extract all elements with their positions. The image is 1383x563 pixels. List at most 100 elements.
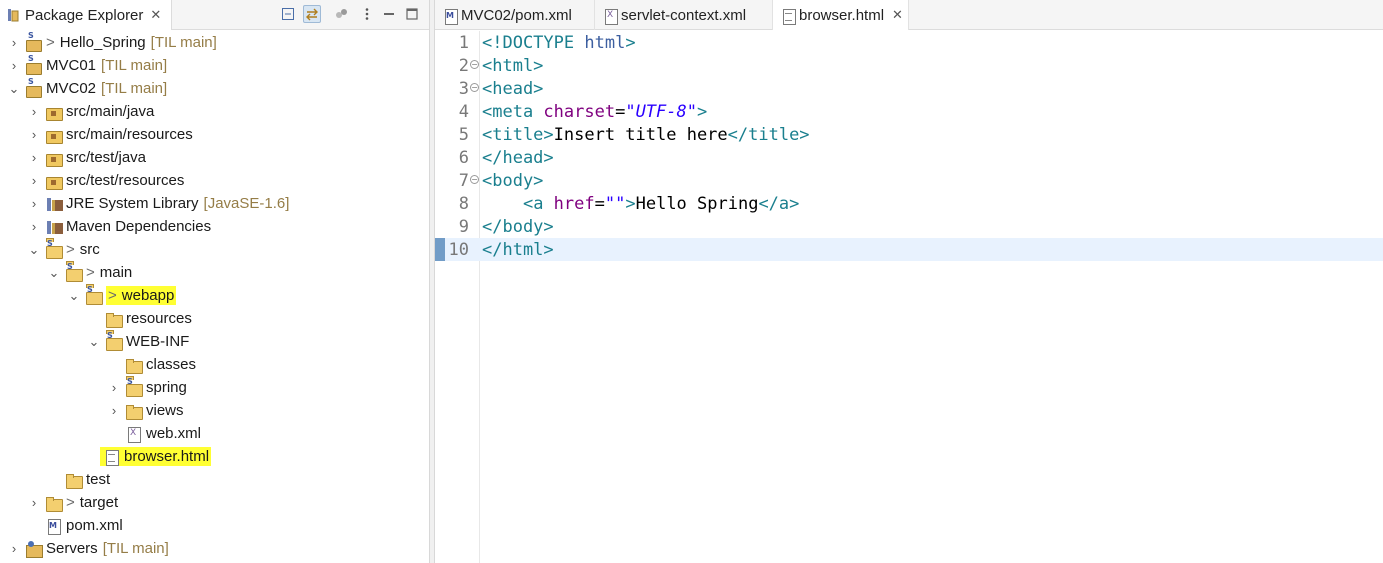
folder-icon [66,472,83,489]
code-line: 4 <meta charset="UTF-8"> [458,101,708,122]
library-icon [46,219,63,235]
code-line: 3 − <head> [458,78,544,99]
tree-item-src-test-java[interactable]: › src/test/java [0,146,429,169]
tree-item-main[interactable]: ⌄ > main [0,260,429,284]
collapse-all-icon[interactable] [279,5,297,23]
code-line: 8 <a href="">Hello Spring</a> [458,193,800,214]
chevron-right-icon[interactable]: › [28,150,40,165]
tree-item-pom-xml[interactable]: pom.xml [0,514,429,537]
maven-project-icon [26,77,44,98]
folder-icon [46,237,63,259]
tree-item-src-main-java[interactable]: › src/main/java [0,100,429,123]
folder-icon [126,357,143,374]
chevron-right-icon[interactable]: › [28,104,40,119]
tree-item-test[interactable]: test [0,468,429,491]
code-line-current: 10 </html> [435,238,1383,261]
chevron-right-icon[interactable]: › [28,495,40,510]
fold-collapse-icon[interactable]: − [470,83,479,92]
chevron-right-icon[interactable]: › [8,58,20,73]
tree-item-mvc01[interactable]: › MVC01 [TIL main] [0,54,429,77]
editor-area: MVC02/pom.xml servlet-context.xml browse… [435,0,1383,563]
tree-item-web-xml[interactable]: web.xml [0,422,429,445]
tree-item-browser-html[interactable]: browser.html [0,445,429,468]
tab-pom-xml[interactable]: MVC02/pom.xml [435,0,595,30]
code-editor[interactable]: 1 <!DOCTYPE html> 2 − <html> 3 − <head> … [435,31,1383,563]
filters-icon[interactable] [332,5,350,23]
minimize-icon[interactable] [380,5,398,23]
chevron-down-icon[interactable]: ⌄ [28,242,40,257]
editor-tab-bar: MVC02/pom.xml servlet-context.xml browse… [435,0,1383,30]
folder-icon [126,403,143,420]
chevron-down-icon[interactable]: ⌄ [8,81,20,96]
tree-item-maven-dependencies[interactable]: › Maven Dependencies [0,215,429,238]
folder-icon [106,329,123,351]
tree-item-servers[interactable]: › Servers [TIL main] [0,537,429,560]
tree-item-webapp[interactable]: ⌄ >webapp [0,283,429,307]
chevron-right-icon[interactable]: › [28,173,40,188]
tree-item-src[interactable]: ⌄ > src [0,237,429,261]
chevron-right-icon[interactable]: › [108,403,120,418]
code-line: 7 − <body> [458,170,544,191]
library-icon [46,196,63,212]
branch-badge: [TIL main] [150,34,217,51]
fold-collapse-icon[interactable]: − [470,175,479,184]
chevron-right-icon[interactable]: › [8,541,20,556]
chevron-down-icon[interactable]: ⌄ [88,334,100,349]
package-explorer-tab[interactable]: Package Explorer ✕ [0,0,172,30]
tree-item-views[interactable]: › views [0,399,429,422]
source-folder-icon [46,104,63,121]
code-line: 1 <!DOCTYPE html> [458,32,636,53]
project-name: MVC01 [46,57,97,74]
close-icon[interactable]: ✕ [892,7,903,23]
tree-item-mvc02[interactable]: ⌄ MVC02 [TIL main] [0,77,429,100]
servers-folder-icon [26,540,43,558]
package-explorer-panel: Package Explorer ✕ › > Hello_Spring [TI [0,0,429,563]
close-icon[interactable]: ✕ [150,7,161,23]
tree-item-web-inf[interactable]: ⌄ WEB-INF [0,329,429,353]
chevron-right-icon[interactable]: › [8,35,20,50]
chevron-right-icon[interactable]: › [28,127,40,142]
chevron-right-icon[interactable]: › [28,219,40,234]
tree-item-hello-spring[interactable]: › > Hello_Spring [TIL main] [0,31,429,54]
tree-item-src-main-resources[interactable]: › src/main/resources [0,123,429,146]
maven-project-icon [26,31,44,52]
branch-badge: [TIL main] [101,57,168,74]
tree-item-spring[interactable]: › spring [0,375,429,399]
code-line: 9 </body> [458,216,554,237]
folder-icon [106,311,123,328]
code-line: 5 <title>Insert title here</title> [458,124,810,145]
tab-browser-html[interactable]: browser.html ✕ [773,0,909,30]
browser-html-highlight: browser.html [100,447,212,466]
folder-icon [126,375,143,397]
tree-item-target[interactable]: › > target [0,491,429,514]
tree-item-jre-system-library[interactable]: › JRE System Library [JavaSE-1.6] [0,192,429,215]
chevron-down-icon[interactable]: ⌄ [48,265,60,280]
code-line: 2 − <html> [458,55,544,76]
chevron-right-icon[interactable]: › [28,196,40,211]
project-name: Hello_Spring [59,34,146,51]
branch-badge: [TIL main] [102,540,169,557]
pom-file-icon [443,8,458,25]
tree-item-resources[interactable]: resources [0,307,429,330]
html-file-icon [104,449,120,466]
webapp-highlight: > webapp [106,286,177,305]
pom-file-icon [46,518,62,535]
maximize-icon[interactable] [403,5,421,23]
link-with-editor-icon[interactable] [303,5,321,23]
html-file-icon [781,8,796,25]
view-menu-icon[interactable] [358,5,376,23]
chevron-down-icon[interactable]: ⌄ [68,288,80,303]
xml-file-icon [126,426,142,443]
folder-icon [46,495,63,512]
package-explorer-icon [7,8,19,22]
fold-collapse-icon[interactable]: − [470,60,479,69]
tab-servlet-context-xml[interactable]: servlet-context.xml [595,0,773,30]
jre-version-badge: [JavaSE-1.6] [203,195,290,212]
tree-item-src-test-resources[interactable]: › src/test/resources [0,169,429,192]
source-folder-icon [46,173,63,190]
folder-icon [86,283,103,305]
tree-item-classes[interactable]: classes [0,353,429,376]
project-name: MVC02 [46,80,97,97]
chevron-right-icon[interactable]: › [108,380,120,395]
package-explorer-header: Package Explorer ✕ [0,0,429,30]
